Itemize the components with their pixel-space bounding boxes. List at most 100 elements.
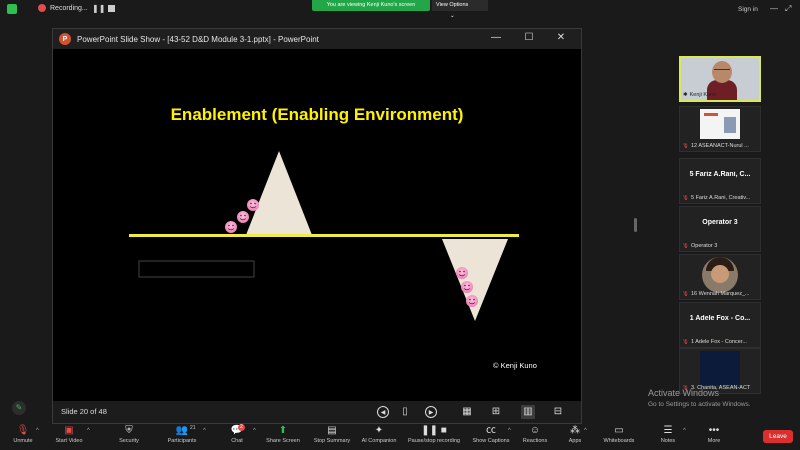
participant-name: 🎙 1 Adele Fox - Concer...	[682, 339, 747, 345]
previous-slide-icon[interactable]: ◀	[377, 406, 389, 418]
host-video-glasses	[714, 69, 730, 72]
participant-display-name: Operator 3	[702, 219, 738, 226]
share-screen-button[interactable]: ⬆ Share Screen	[264, 424, 302, 450]
muted-mic-icon: 🎙	[682, 243, 689, 249]
maximize-icon[interactable]: ☐	[522, 32, 536, 43]
pause-recording-icon[interactable]: ❚❚	[92, 4, 105, 13]
start-video-button[interactable]: ▣ Start Video	[52, 424, 86, 450]
next-slide-icon[interactable]: ▶	[425, 406, 437, 418]
ai-companion-button[interactable]: ✦ AI Companion	[358, 424, 400, 450]
slide-counter: Slide 20 of 48	[61, 407, 107, 416]
participant-tile[interactable]: 🎙 16 Wennah Marquez_...	[679, 254, 761, 300]
smiley-face	[225, 221, 237, 233]
participant-tile[interactable]: 1 Adele Fox - Co... 🎙 1 Adele Fox - Conce…	[679, 302, 761, 348]
host-mic-icon: ✱	[683, 92, 688, 98]
reading-view-icon[interactable]: ▥	[521, 405, 535, 419]
summary-icon: ▤	[327, 425, 337, 436]
reactions-button[interactable]: ☺ Reactions	[520, 424, 550, 450]
apps-icon: ⁂	[570, 425, 580, 436]
maximize-icon[interactable]: ⤢	[785, 4, 791, 14]
close-icon[interactable]: ✕	[554, 32, 568, 43]
smiley-face	[456, 267, 468, 279]
participant-thumbnail	[700, 109, 740, 139]
slide-diagram	[129, 151, 519, 321]
chevron-up-icon[interactable]: ^	[36, 428, 39, 434]
slide-menu-icon[interactable]: ▯	[398, 405, 412, 419]
chat-badge: 2	[238, 424, 245, 431]
participant-display-name: 5 Fariz A.Rani, C...	[689, 171, 751, 178]
minimize-icon[interactable]: —	[770, 4, 778, 13]
recording-indicator[interactable]: Recording...	[38, 4, 88, 12]
more-button[interactable]: ••• More	[704, 424, 724, 450]
zoom-logo-icon	[7, 4, 17, 14]
stop-summary-button[interactable]: ▤ Stop Summary	[310, 424, 354, 450]
chevron-up-icon[interactable]: ^	[584, 428, 587, 434]
meeting-toolbar: 🎙 Unmute ^ ▣ Start Video ^ ⛨ Security 👥 …	[0, 424, 800, 450]
shield-icon: ⛨	[125, 425, 133, 436]
sparkle-icon: ✦	[374, 425, 384, 436]
downward-triangle	[442, 239, 508, 321]
pause-icon: ❚❚ ■	[421, 425, 447, 436]
presenter-view-icon[interactable]: ⊟	[551, 405, 565, 419]
notes-icon: ☰	[663, 425, 673, 436]
recording-dot-icon	[38, 4, 46, 12]
chevron-up-icon[interactable]: ^	[87, 428, 90, 434]
muted-mic-icon: 🎙	[682, 339, 689, 345]
participant-video	[702, 257, 738, 293]
participant-name: 🎙 16 Wennah Marquez_...	[682, 291, 750, 297]
microphone-muted-icon: 🎙	[16, 425, 30, 436]
chevron-up-icon[interactable]: ^	[508, 428, 511, 434]
whiteboards-button[interactable]: ▭ Whiteboards	[600, 424, 638, 450]
participants-count: 21	[190, 425, 196, 431]
view-options-button[interactable]: View Options ⌄	[432, 0, 488, 19]
host-video-face	[712, 61, 732, 83]
upward-triangle	[246, 151, 312, 235]
pause-stop-recording-button[interactable]: ❚❚ ■ Pause/stop recording	[404, 424, 464, 450]
activate-windows-subtitle: Go to Settings to activate Windows.	[648, 401, 751, 408]
smiley-face	[237, 211, 249, 223]
chevron-up-icon[interactable]: ^	[203, 428, 206, 434]
participant-display-name: 1 Adele Fox - Co...	[689, 315, 751, 322]
muted-mic-icon: 🎙	[682, 195, 689, 201]
slide-canvas: Enablement (Enabling Environment) © Kenj…	[53, 49, 581, 401]
viewing-banner: You are viewing Kenji Kuno's screen	[312, 0, 430, 11]
share-screen-icon: ⬆	[278, 425, 288, 436]
participant-name: 🎙 5 Fariz A.Rani, Creativ...	[682, 195, 751, 201]
muted-mic-icon: 🎙	[682, 291, 689, 297]
chevron-up-icon[interactable]: ^	[683, 428, 686, 434]
slide-copyright: © Kenji Kuno	[493, 361, 537, 370]
minimize-icon[interactable]: —	[489, 32, 503, 43]
chevron-down-icon: ⌄	[450, 13, 455, 19]
normal-view-icon[interactable]: ▦	[460, 405, 474, 419]
apps-button[interactable]: ⁂ Apps	[566, 424, 584, 450]
chevron-up-icon[interactable]: ^	[253, 428, 256, 434]
participant-tile[interactable]: Operator 3 🎙 Operator 3	[679, 206, 761, 252]
shared-screen: P PowerPoint Slide Show - [43-52 D&D Mod…	[52, 28, 582, 424]
security-button[interactable]: ⛨ Security	[114, 424, 144, 450]
view-options-label: View Options	[436, 2, 469, 8]
slide-sorter-icon[interactable]: ⊞	[489, 405, 503, 419]
ppt-title-bar: P PowerPoint Slide Show - [43-52 D&D Mod…	[53, 29, 581, 49]
leave-button[interactable]: Leave	[763, 430, 793, 443]
whiteboard-icon: ▭	[614, 425, 624, 436]
sign-in-link[interactable]: Sign in	[738, 6, 758, 13]
participant-tile[interactable]: 🎙 12 ASEANACT-Nurul ...	[679, 106, 761, 152]
top-bar: Recording... ❚❚ You are viewing Kenji Ku…	[0, 0, 800, 20]
stop-recording-icon[interactable]	[108, 5, 115, 12]
connection-status-icon[interactable]: ✎	[12, 401, 26, 415]
more-dots-icon: •••	[708, 425, 720, 436]
empty-text-box	[138, 260, 255, 278]
notes-button[interactable]: ☰ Notes	[658, 424, 678, 450]
panel-resize-handle[interactable]	[634, 218, 637, 232]
participant-tile[interactable]: 5 Fariz A.Rani, C... 🎙 5 Fariz A.Rani, Cr…	[679, 158, 761, 204]
unmute-button[interactable]: 🎙 Unmute	[8, 424, 38, 450]
participant-tile[interactable]: ✱ Kenji Kuno	[679, 56, 761, 102]
smiley-face	[466, 295, 478, 307]
participant-name: ✱ Kenji Kuno	[683, 92, 717, 98]
video-off-icon: ▣	[64, 425, 74, 436]
recording-label: Recording...	[50, 4, 88, 12]
show-captions-button[interactable]: ㏄ Show Captions	[470, 424, 512, 450]
ppt-status-bar: Slide 20 of 48 ◀ ▯ ▶ ▦ ⊞ ▥ ⊟	[53, 401, 581, 423]
activate-windows-title: Activate Windows	[648, 388, 720, 398]
muted-mic-icon: 🎙	[682, 143, 689, 149]
